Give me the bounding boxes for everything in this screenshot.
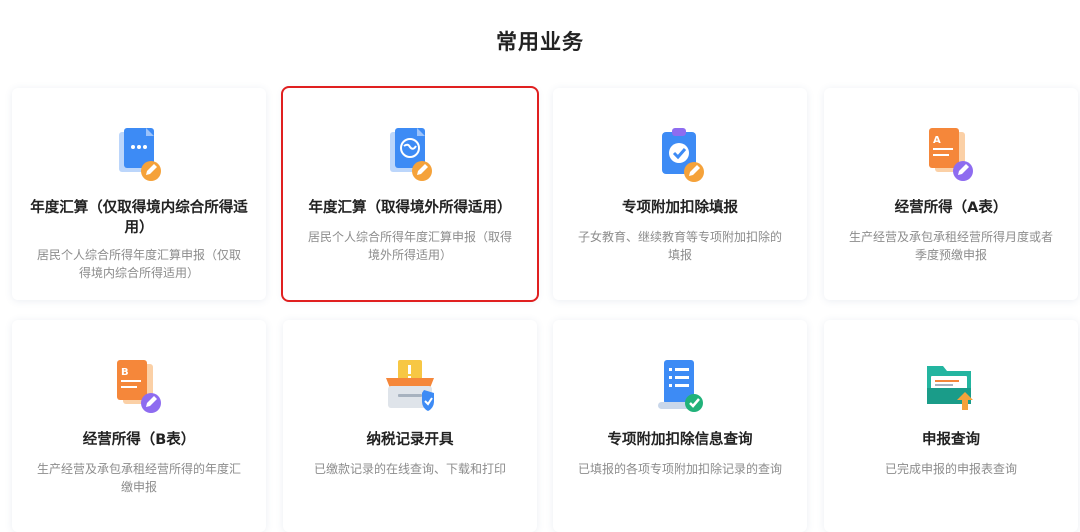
card-declaration-query[interactable]: 申报查询 已完成申报的申报表查询 xyxy=(824,320,1078,532)
card-description: 居民个人综合所得年度汇算申报（仅取得境内综合所得适用） xyxy=(36,248,241,280)
card-description: 已缴款记录的在线查询、下载和打印 xyxy=(313,462,506,476)
svg-text:A: A xyxy=(933,135,941,146)
card-annual-domestic[interactable]: 年度汇算（仅取得境内综合所得适用） 居民个人综合所得年度汇算申报（仅取得境内综合… xyxy=(12,88,266,300)
card-description: 生产经营及承包承租经营所得月度或者季度预缴申报 xyxy=(848,230,1053,262)
svg-text:B: B xyxy=(121,367,129,378)
card-special-deduction-query[interactable]: 专项附加扣除信息查询 已填报的各项专项附加扣除记录的查询 xyxy=(553,320,807,532)
card-tax-record[interactable]: 纳税记录开具 已缴款记录的在线查询、下载和打印 xyxy=(283,320,537,532)
card-annual-overseas[interactable]: 年度汇算（取得境外所得适用） 居民个人综合所得年度汇算申报（取得境外所得适用） xyxy=(281,86,539,302)
card-description: 已完成申报的申报表查询 xyxy=(884,462,1017,476)
clipboard-check-icon xyxy=(650,126,710,186)
card-description: 子女教育、继续教育等专项附加扣除的填报 xyxy=(577,230,782,262)
card-description: 已填报的各项专项附加扣除记录的查询 xyxy=(577,462,782,476)
card-title: 年度汇算（仅取得境内综合所得适用） xyxy=(30,200,248,236)
page-title: 常用业务 xyxy=(496,30,584,54)
card-title: 经营所得（A表） xyxy=(894,200,1008,216)
card-description: 居民个人综合所得年度汇算申报（取得境外所得适用） xyxy=(307,230,512,262)
card-title: 纳税记录开具 xyxy=(366,432,454,448)
form-b-icon: B xyxy=(109,358,169,418)
card-description: 生产经营及承包承租经营所得的年度汇缴申报 xyxy=(36,462,241,494)
card-title: 经营所得（B表） xyxy=(82,432,196,448)
folder-upload-icon xyxy=(921,358,981,418)
list-scroll-icon xyxy=(650,358,710,418)
card-special-deduction-fill[interactable]: 专项附加扣除填报 子女教育、继续教育等专项附加扣除的填报 xyxy=(553,88,807,300)
card-title: 专项附加扣除信息查询 xyxy=(607,432,753,448)
tax-record-icon xyxy=(380,358,440,418)
document-edit-icon xyxy=(109,126,169,186)
form-a-icon: A xyxy=(921,126,981,186)
globe-document-icon xyxy=(380,126,440,186)
card-business-income-a[interactable]: A 经营所得（A表） 生产经营及承包承租经营所得月度或者季度预缴申报 xyxy=(824,88,1078,300)
card-business-income-b[interactable]: B 经营所得（B表） 生产经营及承包承租经营所得的年度汇缴申报 xyxy=(12,320,266,532)
card-title: 年度汇算（取得境外所得适用） xyxy=(308,200,512,216)
card-title: 专项附加扣除填报 xyxy=(622,200,738,216)
card-title: 申报查询 xyxy=(922,432,980,448)
